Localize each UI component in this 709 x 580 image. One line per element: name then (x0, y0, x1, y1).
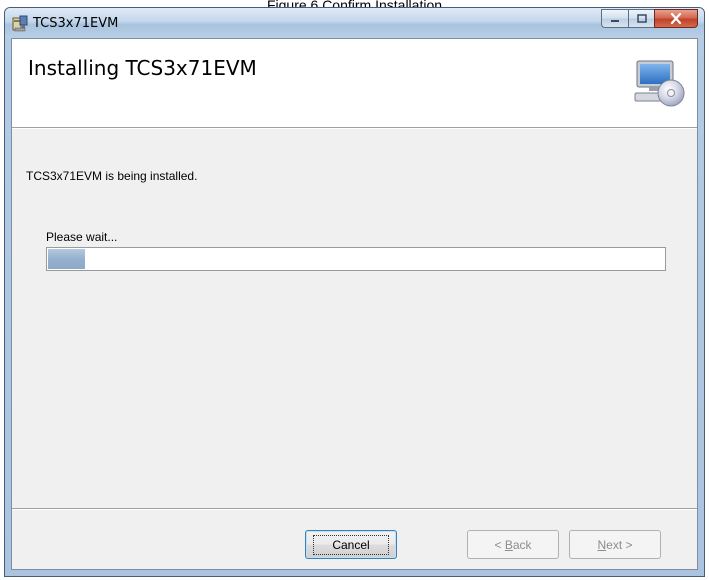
header-banner: Installing TCS3x71EVM (12, 39, 697, 128)
next-button[interactable]: Next > (569, 530, 661, 559)
installer-window: TCS3x71EVM Installing TCS3x71EVM TCS3x71… (4, 7, 705, 577)
title-bar[interactable]: TCS3x71EVM (5, 8, 704, 38)
installer-icon (12, 15, 28, 32)
page-title: Installing TCS3x71EVM (28, 56, 257, 80)
close-button[interactable] (654, 9, 698, 28)
install-progress-bar (46, 247, 666, 271)
footer-divider-highlight (12, 509, 697, 510)
close-icon (670, 13, 682, 24)
back-button-accelerator: B (504, 537, 513, 552)
next-button-label: ext > (606, 537, 633, 552)
back-button-prefix: < (494, 537, 505, 552)
banner-divider (12, 128, 697, 129)
progress-fill (48, 249, 85, 269)
maximize-button[interactable] (628, 9, 654, 28)
install-status-text: TCS3x71EVM is being installed. (26, 169, 198, 183)
back-button-label: ack (512, 537, 532, 552)
cancel-button-label: Cancel (313, 534, 389, 555)
back-button[interactable]: < Back (467, 530, 559, 559)
minimize-icon (611, 19, 619, 22)
please-wait-label: Please wait... (46, 230, 118, 244)
computer-disc-icon (634, 60, 685, 107)
window-title: TCS3x71EVM (33, 16, 119, 31)
next-button-accelerator: N (597, 537, 607, 552)
minimize-button[interactable] (601, 9, 628, 28)
cancel-button[interactable]: Cancel (305, 530, 397, 559)
dialog-client-area: Installing TCS3x71EVM TCS3x71EVM is bein… (11, 38, 698, 570)
caption-buttons (601, 9, 698, 29)
maximize-icon (636, 14, 647, 23)
